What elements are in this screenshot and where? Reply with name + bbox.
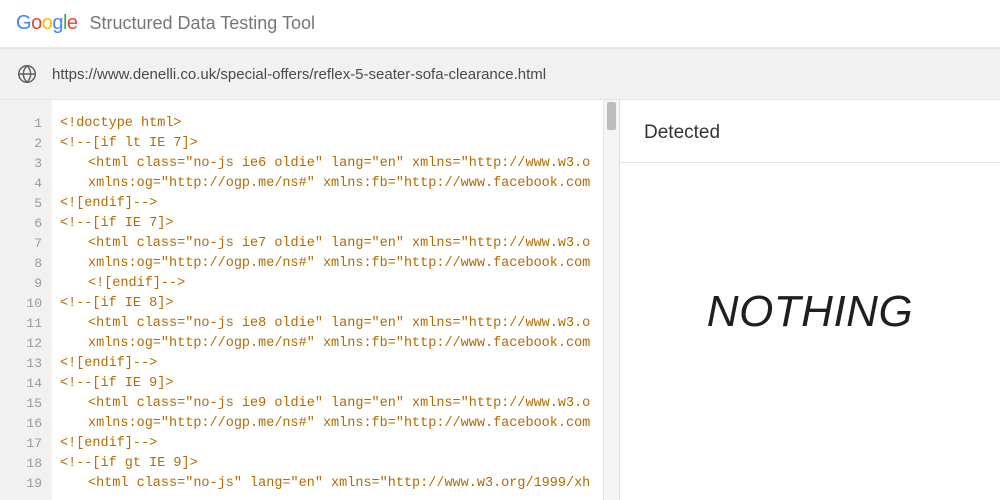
globe-icon [16, 63, 38, 85]
line-number: 10 [0, 294, 52, 314]
code-scrollbar[interactable]: ▴ [603, 100, 619, 500]
code-line: <![endif]--> [60, 274, 603, 294]
line-number: 9 [0, 274, 52, 294]
logo-letter: o [42, 12, 53, 35]
code-line: <!--[if IE 7]> [60, 214, 603, 234]
code-line: <![endif]--> [60, 434, 603, 454]
line-number: 15 [0, 394, 52, 414]
code-line: <!--[if IE 9]> [60, 374, 603, 394]
code-line: <html class="no-js ie7 oldie" lang="en" … [60, 234, 603, 254]
google-logo: G o o g l e [16, 12, 78, 35]
line-number: 17 [0, 434, 52, 454]
line-number: 5 [0, 194, 52, 214]
source-code-pane: 12345678910111213141516171819 <!doctype … [0, 100, 620, 500]
result-header: Detected [620, 100, 1000, 163]
code-line: <!--[if IE 8]> [60, 294, 603, 314]
code-line: <html class="no-js ie6 oldie" lang="en" … [60, 154, 603, 174]
code-line: <html class="no-js ie9 oldie" lang="en" … [60, 394, 603, 414]
line-number: 11 [0, 314, 52, 334]
scroll-thumb[interactable] [607, 102, 616, 130]
line-number: 18 [0, 454, 52, 474]
code-line: xmlns:og="http://ogp.me/ns#" xmlns:fb="h… [60, 254, 603, 274]
line-number: 13 [0, 354, 52, 374]
line-number: 6 [0, 214, 52, 234]
line-number: 8 [0, 254, 52, 274]
result-empty-text: NOTHING [707, 287, 913, 337]
logo-block: G o o g l e Structured Data Testing Tool [16, 12, 315, 35]
url-input[interactable]: https://www.denelli.co.uk/special-offers… [52, 66, 546, 83]
line-number: 3 [0, 154, 52, 174]
tool-title: Structured Data Testing Tool [90, 13, 315, 34]
line-number: 16 [0, 414, 52, 434]
code-line: <!--[if gt IE 9]> [60, 454, 603, 474]
line-number: 4 [0, 174, 52, 194]
line-number: 12 [0, 334, 52, 354]
line-number-gutter: 12345678910111213141516171819 [0, 100, 52, 500]
code-line: <![endif]--> [60, 354, 603, 374]
source-code[interactable]: <!doctype html><!--[if lt IE 7]><html cl… [52, 100, 603, 500]
code-line: <!--[if lt IE 7]> [60, 134, 603, 154]
code-line: <!doctype html> [60, 114, 603, 134]
line-number: 1 [0, 114, 52, 134]
content-area: 12345678910111213141516171819 <!doctype … [0, 100, 1000, 500]
code-line: <![endif]--> [60, 194, 603, 214]
code-line: xmlns:og="http://ogp.me/ns#" xmlns:fb="h… [60, 334, 603, 354]
app-header: G o o g l e Structured Data Testing Tool [0, 0, 1000, 48]
result-body: NOTHING [620, 163, 1000, 500]
line-number: 19 [0, 474, 52, 494]
logo-letter: G [16, 12, 31, 35]
code-line: <html class="no-js" lang="en" xmlns="htt… [60, 474, 603, 494]
logo-letter: o [31, 12, 42, 35]
result-pane: Detected NOTHING [620, 100, 1000, 500]
code-line: xmlns:og="http://ogp.me/ns#" xmlns:fb="h… [60, 414, 603, 434]
logo-letter: g [52, 12, 63, 35]
line-number: 7 [0, 234, 52, 254]
code-line: xmlns:og="http://ogp.me/ns#" xmlns:fb="h… [60, 174, 603, 194]
detected-heading: Detected [644, 122, 976, 144]
url-bar: https://www.denelli.co.uk/special-offers… [0, 48, 1000, 100]
code-line: <html class="no-js ie8 oldie" lang="en" … [60, 314, 603, 334]
line-number: 2 [0, 134, 52, 154]
logo-letter: e [67, 12, 78, 35]
line-number: 14 [0, 374, 52, 394]
